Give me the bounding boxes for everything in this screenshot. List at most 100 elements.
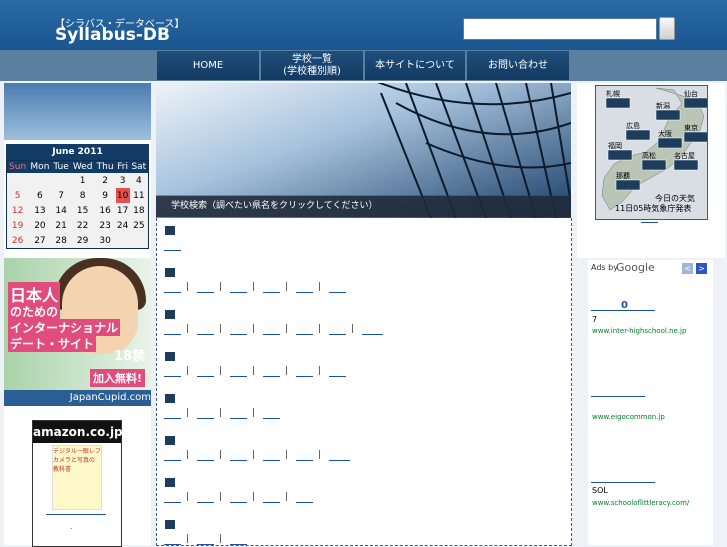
calendar-weekday: Sat: [129, 160, 149, 173]
calendar-day[interactable]: 8: [71, 188, 95, 203]
calendar-day[interactable]: 18: [130, 203, 149, 218]
calendar-day[interactable]: 26: [7, 233, 29, 249]
prefecture-link[interactable]: [263, 376, 280, 377]
prefecture-link[interactable]: [263, 502, 280, 503]
search-button[interactable]: [659, 17, 675, 40]
ads-prev-button[interactable]: <: [682, 263, 693, 274]
nav-about[interactable]: 本サイトについて: [365, 51, 465, 80]
prefecture-link[interactable]: [197, 334, 214, 335]
calendar-day[interactable]: 29: [71, 233, 95, 249]
ad-1-number[interactable]: 0: [621, 300, 628, 311]
ad-3-title-link[interactable]: [591, 482, 655, 483]
search-input[interactable]: [463, 18, 657, 40]
prefecture-link[interactable]: [197, 418, 214, 419]
calendar-day[interactable]: 15: [71, 203, 95, 218]
link-separator: |: [219, 282, 223, 292]
calendar-day[interactable]: 12: [7, 203, 29, 218]
calendar-day[interactable]: 24: [116, 218, 130, 233]
calendar-day[interactable]: 14: [52, 203, 71, 218]
link-separator: |: [219, 534, 223, 544]
prefecture-link[interactable]: [296, 502, 313, 503]
ad-1-url[interactable]: www.inter-highschool.ne.jp: [592, 327, 686, 335]
calendar-day[interactable]: 27: [28, 233, 51, 249]
prefecture-link[interactable]: [230, 460, 247, 461]
nav-home[interactable]: HOME: [157, 51, 259, 80]
amazon-link[interactable]: [46, 514, 106, 515]
weather-source: 11日05時気象庁発表: [615, 204, 692, 213]
calendar-day[interactable]: 13: [28, 203, 51, 218]
link-separator: |: [252, 366, 256, 376]
prefecture-link[interactable]: [296, 460, 313, 461]
book-cover[interactable]: デジタル一眼レフ カメラと写真の 教科書: [52, 445, 102, 510]
weather-city-label: 大阪: [658, 129, 672, 138]
calendar-day[interactable]: 28: [52, 233, 71, 249]
calendar-day[interactable]: 22: [71, 218, 95, 233]
calendar-day[interactable]: 2: [95, 173, 116, 188]
prefecture-link[interactable]: [230, 418, 247, 419]
prefecture-link[interactable]: [197, 376, 214, 377]
link-separator: |: [318, 450, 322, 460]
nav-contact[interactable]: お問い合わせ: [467, 51, 569, 80]
prefecture-link[interactable]: [164, 334, 181, 335]
prefecture-link[interactable]: [164, 460, 181, 461]
site-logo[interactable]: Syllabus-DB: [55, 25, 170, 45]
calendar-day[interactable]: 3: [116, 173, 130, 188]
link-separator: |: [252, 492, 256, 502]
prefecture-link[interactable]: [263, 460, 280, 461]
prefecture-link[interactable]: [197, 460, 214, 461]
calendar-day[interactable]: 17: [116, 203, 130, 218]
prefecture-link[interactable]: [296, 334, 313, 335]
prefecture-link[interactable]: [230, 376, 247, 377]
calendar-day[interactable]: 19: [7, 218, 29, 233]
weather-city-label: 那覇: [616, 172, 630, 180]
prefecture-link[interactable]: [164, 376, 181, 377]
ad-brand[interactable]: JapanCupid.com: [4, 390, 151, 406]
calendar-day[interactable]: 4: [130, 173, 149, 188]
prefecture-link[interactable]: [263, 334, 280, 335]
prefecture-link[interactable]: [329, 376, 346, 377]
calendar-weekday: Fri: [115, 160, 130, 173]
prefecture-link[interactable]: [164, 250, 181, 251]
prefecture-link[interactable]: [263, 292, 280, 293]
calendar-day[interactable]: 25: [130, 218, 149, 233]
link-separator: |: [285, 282, 289, 292]
prefecture-link[interactable]: [230, 334, 247, 335]
calendar-day[interactable]: 5: [7, 188, 29, 203]
calendar-day[interactable]: 23: [95, 218, 116, 233]
prefecture-link[interactable]: [230, 292, 247, 293]
google-logo[interactable]: Google: [616, 261, 655, 274]
hero-caption: 学校検索（調べたい県名をクリックしてください）: [156, 196, 571, 217]
prefecture-link[interactable]: [230, 502, 247, 503]
prefecture-link[interactable]: [197, 292, 214, 293]
prefecture-link[interactable]: [164, 418, 181, 419]
calendar-day[interactable]: 9: [95, 188, 116, 203]
prefecture-link[interactable]: [164, 502, 181, 503]
calendar-day: [130, 233, 149, 249]
prefecture-link[interactable]: [263, 418, 280, 419]
prefecture-link[interactable]: [329, 334, 346, 335]
prefecture-link[interactable]: [197, 502, 214, 503]
prefecture-link[interactable]: [164, 292, 181, 293]
prefecture-link[interactable]: [362, 334, 383, 335]
calendar-day[interactable]: 10: [115, 188, 130, 203]
weather-icon: [673, 159, 699, 171]
prefecture-link[interactable]: [296, 376, 313, 377]
nav-school-list[interactable]: 学校一覧 (学校種別順): [261, 51, 363, 80]
ad-2-url[interactable]: www.eigocommon.jp: [592, 413, 665, 421]
weather-link[interactable]: [641, 222, 658, 223]
calendar-day[interactable]: 1: [71, 173, 95, 188]
prefecture-link[interactable]: [329, 460, 350, 461]
ad-3-url[interactable]: www.schooloflittleracy.com/: [592, 499, 689, 507]
calendar-day[interactable]: 16: [95, 203, 116, 218]
prefecture-link[interactable]: [329, 292, 346, 293]
weather-icon: [605, 97, 631, 109]
prefecture-link[interactable]: [296, 292, 313, 293]
ad-2-title-link[interactable]: [591, 396, 645, 397]
calendar-day[interactable]: 21: [52, 218, 71, 233]
calendar-day[interactable]: 30: [95, 233, 116, 249]
ads-next-button[interactable]: >: [696, 263, 707, 274]
calendar-day[interactable]: 11: [130, 188, 149, 203]
calendar-day[interactable]: 7: [52, 188, 71, 203]
calendar-day[interactable]: 20: [28, 218, 51, 233]
calendar-day[interactable]: 6: [28, 188, 51, 203]
